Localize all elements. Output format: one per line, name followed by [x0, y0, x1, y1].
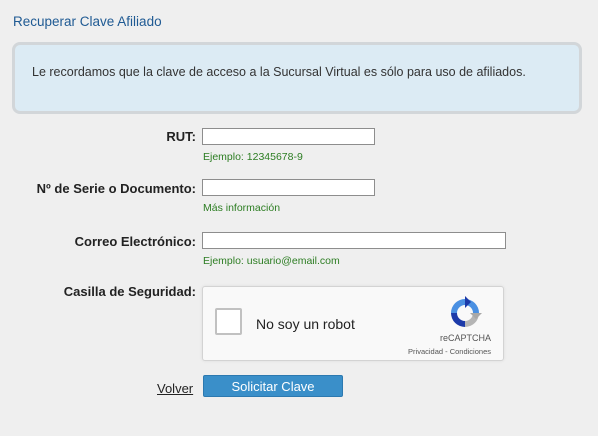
rut-label: RUT:	[166, 129, 196, 144]
recaptcha-checkbox[interactable]	[215, 308, 242, 335]
back-link[interactable]: Volver	[157, 381, 193, 396]
more-info-link[interactable]: Más información	[203, 202, 280, 214]
page-title: Recuperar Clave Afiliado	[13, 14, 162, 29]
security-label: Casilla de Seguridad:	[63, 284, 196, 299]
rut-hint: Ejemplo: 12345678-9	[203, 151, 303, 163]
recaptcha-brand: reCAPTCHA	[439, 333, 491, 343]
rut-input[interactable]	[202, 128, 375, 145]
recaptcha-label: No soy un robot	[256, 316, 355, 332]
serie-input[interactable]	[202, 179, 375, 196]
email-label: Correo Electrónico:	[74, 234, 196, 249]
recaptcha-widget: No soy un robot reCAPTCHA Privacidad - C…	[202, 286, 504, 361]
notice-box: Le recordamos que la clave de acceso a l…	[12, 42, 582, 114]
recaptcha-icon	[451, 296, 482, 327]
email-hint: Ejemplo: usuario@email.com	[203, 255, 340, 267]
email-input[interactable]	[202, 232, 506, 249]
submit-button[interactable]: Solicitar Clave	[203, 375, 343, 397]
recaptcha-terms[interactable]: Privacidad - Condiciones	[408, 347, 491, 356]
serie-label: Nº de Serie o Documento:	[36, 181, 196, 196]
notice-text: Le recordamos que la clave de acceso a l…	[32, 65, 526, 79]
